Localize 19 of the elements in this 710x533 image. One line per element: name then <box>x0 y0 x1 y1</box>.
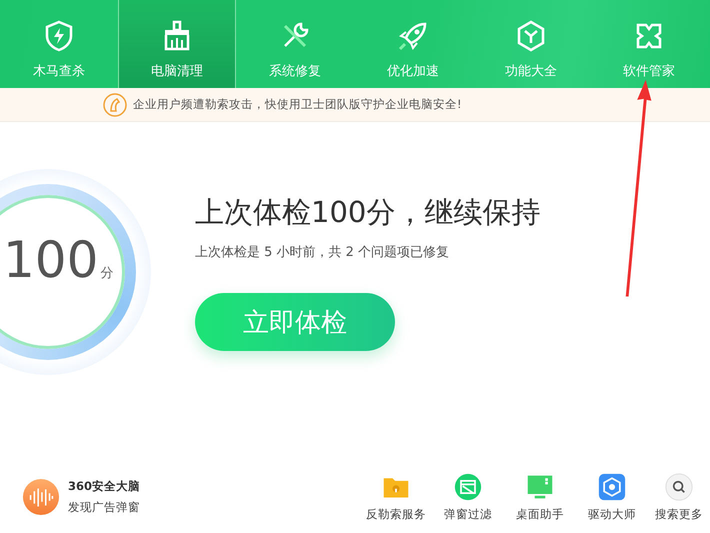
rocket-icon <box>397 20 429 52</box>
tool-button[interactable]: 反勒索服务 <box>360 472 432 522</box>
summary-subtitle: 上次体检是 5 小时前，共 2 个问题项已修复 <box>195 244 450 261</box>
tool-button[interactable]: 弹窗过滤 <box>432 472 504 522</box>
tool-button[interactable]: 搜索更多 <box>648 472 710 522</box>
shield-icon <box>43 20 75 52</box>
tool-button[interactable]: 驱动大师 <box>576 472 648 522</box>
tool-button[interactable]: 桌面助手 <box>504 472 576 522</box>
cube-icon <box>515 20 547 52</box>
brain-title[interactable]: 360安全大脑 <box>68 479 140 494</box>
score-value: 100 <box>3 235 98 285</box>
search-icon <box>665 472 693 500</box>
monitor-icon <box>526 472 554 500</box>
score-unit: 分 <box>100 265 114 282</box>
summary-title: 上次体检100分，继续保持 <box>195 194 540 231</box>
brain-subtitle[interactable]: 发现广告弹窗 <box>68 500 140 515</box>
sound-wave-icon[interactable] <box>22 478 60 516</box>
notice-text[interactable]: 企业用户频遭勒索攻击，快使用卫士团队版守护企业电脑安全! <box>133 97 462 112</box>
popup-block-icon <box>454 472 482 500</box>
